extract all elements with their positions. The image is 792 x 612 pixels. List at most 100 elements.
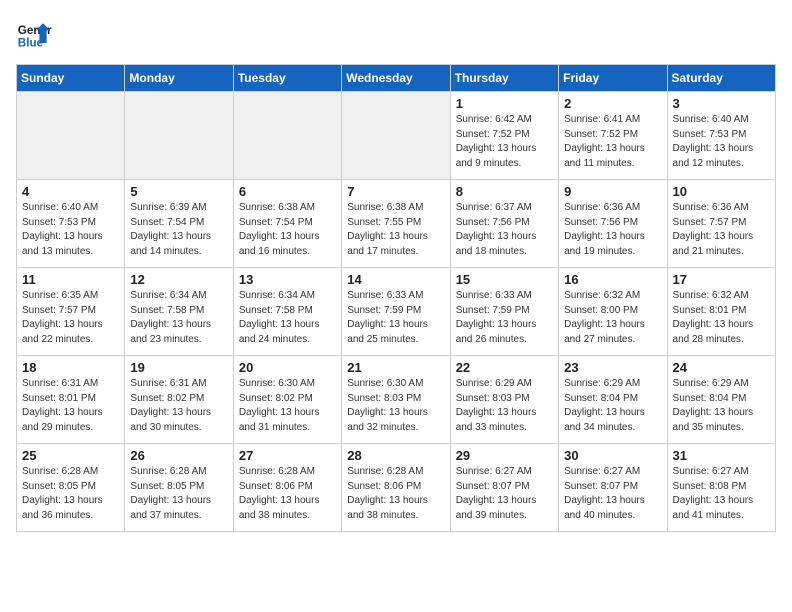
day-number: 26 (130, 448, 227, 463)
calendar-cell (233, 92, 341, 180)
calendar-cell: 28 Sunrise: 6:28 AM Sunset: 8:06 PM Dayli… (342, 444, 450, 532)
calendar-cell: 19 Sunrise: 6:31 AM Sunset: 8:02 PM Dayli… (125, 356, 233, 444)
calendar-cell: 10 Sunrise: 6:36 AM Sunset: 7:57 PM Dayli… (667, 180, 775, 268)
day-number: 17 (673, 272, 770, 287)
calendar-cell: 1 Sunrise: 6:42 AM Sunset: 7:52 PM Daylig… (450, 92, 558, 180)
day-info: Sunrise: 6:34 AM Sunset: 7:58 PM Dayligh… (239, 289, 336, 347)
day-number: 30 (564, 448, 661, 463)
day-info: Sunrise: 6:32 AM Sunset: 8:01 PM Dayligh… (673, 289, 770, 347)
calendar-cell: 13 Sunrise: 6:34 AM Sunset: 7:58 PM Dayli… (233, 268, 341, 356)
day-info: Sunrise: 6:31 AM Sunset: 8:01 PM Dayligh… (22, 377, 119, 435)
day-info: Sunrise: 6:28 AM Sunset: 8:05 PM Dayligh… (130, 465, 227, 523)
day-info: Sunrise: 6:28 AM Sunset: 8:06 PM Dayligh… (239, 465, 336, 523)
day-number: 3 (673, 96, 770, 111)
day-number: 20 (239, 360, 336, 375)
day-number: 5 (130, 184, 227, 199)
day-number: 28 (347, 448, 444, 463)
day-number: 16 (564, 272, 661, 287)
day-info: Sunrise: 6:34 AM Sunset: 7:58 PM Dayligh… (130, 289, 227, 347)
calendar-cell (342, 92, 450, 180)
calendar-cell: 18 Sunrise: 6:31 AM Sunset: 8:01 PM Dayli… (17, 356, 125, 444)
day-number: 21 (347, 360, 444, 375)
day-info: Sunrise: 6:40 AM Sunset: 7:53 PM Dayligh… (22, 201, 119, 259)
calendar-cell: 17 Sunrise: 6:32 AM Sunset: 8:01 PM Dayli… (667, 268, 775, 356)
day-info: Sunrise: 6:36 AM Sunset: 7:57 PM Dayligh… (673, 201, 770, 259)
weekday-header: Saturday (667, 65, 775, 92)
day-number: 6 (239, 184, 336, 199)
day-number: 19 (130, 360, 227, 375)
day-info: Sunrise: 6:33 AM Sunset: 7:59 PM Dayligh… (347, 289, 444, 347)
day-number: 9 (564, 184, 661, 199)
calendar-cell: 5 Sunrise: 6:39 AM Sunset: 7:54 PM Daylig… (125, 180, 233, 268)
day-info: Sunrise: 6:33 AM Sunset: 7:59 PM Dayligh… (456, 289, 553, 347)
calendar-cell (125, 92, 233, 180)
calendar-cell: 20 Sunrise: 6:30 AM Sunset: 8:02 PM Dayli… (233, 356, 341, 444)
day-number: 4 (22, 184, 119, 199)
day-info: Sunrise: 6:29 AM Sunset: 8:04 PM Dayligh… (673, 377, 770, 435)
calendar-cell: 16 Sunrise: 6:32 AM Sunset: 8:00 PM Dayli… (559, 268, 667, 356)
day-info: Sunrise: 6:32 AM Sunset: 8:00 PM Dayligh… (564, 289, 661, 347)
calendar-cell: 26 Sunrise: 6:28 AM Sunset: 8:05 PM Dayli… (125, 444, 233, 532)
day-number: 24 (673, 360, 770, 375)
day-info: Sunrise: 6:30 AM Sunset: 8:02 PM Dayligh… (239, 377, 336, 435)
day-number: 29 (456, 448, 553, 463)
calendar-cell: 8Sunrise: 6:37 AM Sunset: 7:56 PM Daylig… (450, 180, 558, 268)
day-number: 27 (239, 448, 336, 463)
day-number: 11 (22, 272, 119, 287)
day-info: Sunrise: 6:27 AM Sunset: 8:07 PM Dayligh… (456, 465, 553, 523)
day-number: 13 (239, 272, 336, 287)
day-info: Sunrise: 6:41 AM Sunset: 7:52 PM Dayligh… (564, 113, 661, 171)
calendar-cell: 9 Sunrise: 6:36 AM Sunset: 7:56 PM Daylig… (559, 180, 667, 268)
calendar-cell: 15 Sunrise: 6:33 AM Sunset: 7:59 PM Dayli… (450, 268, 558, 356)
day-info: Sunrise: 6:38 AM Sunset: 7:54 PM Dayligh… (239, 201, 336, 259)
day-number: 18 (22, 360, 119, 375)
day-info: Sunrise: 6:29 AM Sunset: 8:03 PM Dayligh… (456, 377, 553, 435)
calendar-cell: 25 Sunrise: 6:28 AM Sunset: 8:05 PM Dayli… (17, 444, 125, 532)
day-number: 14 (347, 272, 444, 287)
weekday-header: Thursday (450, 65, 558, 92)
calendar-cell: 7 Sunrise: 6:38 AM Sunset: 7:55 PM Daylig… (342, 180, 450, 268)
svg-text:General: General (18, 24, 52, 37)
day-info: Sunrise: 6:30 AM Sunset: 8:03 PM Dayligh… (347, 377, 444, 435)
calendar-cell: 31Sunrise: 6:27 AM Sunset: 8:08 PM Dayli… (667, 444, 775, 532)
calendar-cell: 21 Sunrise: 6:30 AM Sunset: 8:03 PM Dayli… (342, 356, 450, 444)
day-info: Sunrise: 6:38 AM Sunset: 7:55 PM Dayligh… (347, 201, 444, 259)
day-number: 1 (456, 96, 553, 111)
page-header: General Blue (16, 16, 776, 52)
calendar-cell: 29 Sunrise: 6:27 AM Sunset: 8:07 PM Dayli… (450, 444, 558, 532)
day-info: Sunrise: 6:28 AM Sunset: 8:05 PM Dayligh… (22, 465, 119, 523)
calendar-cell: 24 Sunrise: 6:29 AM Sunset: 8:04 PM Dayli… (667, 356, 775, 444)
weekday-header: Sunday (17, 65, 125, 92)
weekday-header: Wednesday (342, 65, 450, 92)
day-info: Sunrise: 6:42 AM Sunset: 7:52 PM Dayligh… (456, 113, 553, 171)
calendar-table: SundayMondayTuesdayWednesdayThursdayFrid… (16, 64, 776, 532)
weekday-header: Friday (559, 65, 667, 92)
day-number: 2 (564, 96, 661, 111)
day-number: 25 (22, 448, 119, 463)
day-info: Sunrise: 6:36 AM Sunset: 7:56 PM Dayligh… (564, 201, 661, 259)
day-number: 10 (673, 184, 770, 199)
calendar-cell (17, 92, 125, 180)
calendar-cell: 6 Sunrise: 6:38 AM Sunset: 7:54 PM Daylig… (233, 180, 341, 268)
day-info: Sunrise: 6:27 AM Sunset: 8:07 PM Dayligh… (564, 465, 661, 523)
day-number: 7 (347, 184, 444, 199)
calendar-cell: 11 Sunrise: 6:35 AM Sunset: 7:57 PM Dayli… (17, 268, 125, 356)
day-info: Sunrise: 6:37 AM Sunset: 7:56 PM Dayligh… (456, 201, 553, 259)
calendar-cell: 14 Sunrise: 6:33 AM Sunset: 7:59 PM Dayli… (342, 268, 450, 356)
calendar-cell: 12 Sunrise: 6:34 AM Sunset: 7:58 PM Dayli… (125, 268, 233, 356)
weekday-header: Tuesday (233, 65, 341, 92)
calendar-cell: 23Sunrise: 6:29 AM Sunset: 8:04 PM Dayli… (559, 356, 667, 444)
calendar-cell: 3Sunrise: 6:40 AM Sunset: 7:53 PM Daylig… (667, 92, 775, 180)
day-number: 15 (456, 272, 553, 287)
day-info: Sunrise: 6:35 AM Sunset: 7:57 PM Dayligh… (22, 289, 119, 347)
logo: General Blue (16, 16, 52, 52)
day-number: 12 (130, 272, 227, 287)
day-info: Sunrise: 6:27 AM Sunset: 8:08 PM Dayligh… (673, 465, 770, 523)
day-info: Sunrise: 6:39 AM Sunset: 7:54 PM Dayligh… (130, 201, 227, 259)
day-info: Sunrise: 6:28 AM Sunset: 8:06 PM Dayligh… (347, 465, 444, 523)
weekday-header: Monday (125, 65, 233, 92)
calendar-cell: 27 Sunrise: 6:28 AM Sunset: 8:06 PM Dayli… (233, 444, 341, 532)
day-number: 23 (564, 360, 661, 375)
calendar-cell: 30 Sunrise: 6:27 AM Sunset: 8:07 PM Dayli… (559, 444, 667, 532)
day-info: Sunrise: 6:31 AM Sunset: 8:02 PM Dayligh… (130, 377, 227, 435)
